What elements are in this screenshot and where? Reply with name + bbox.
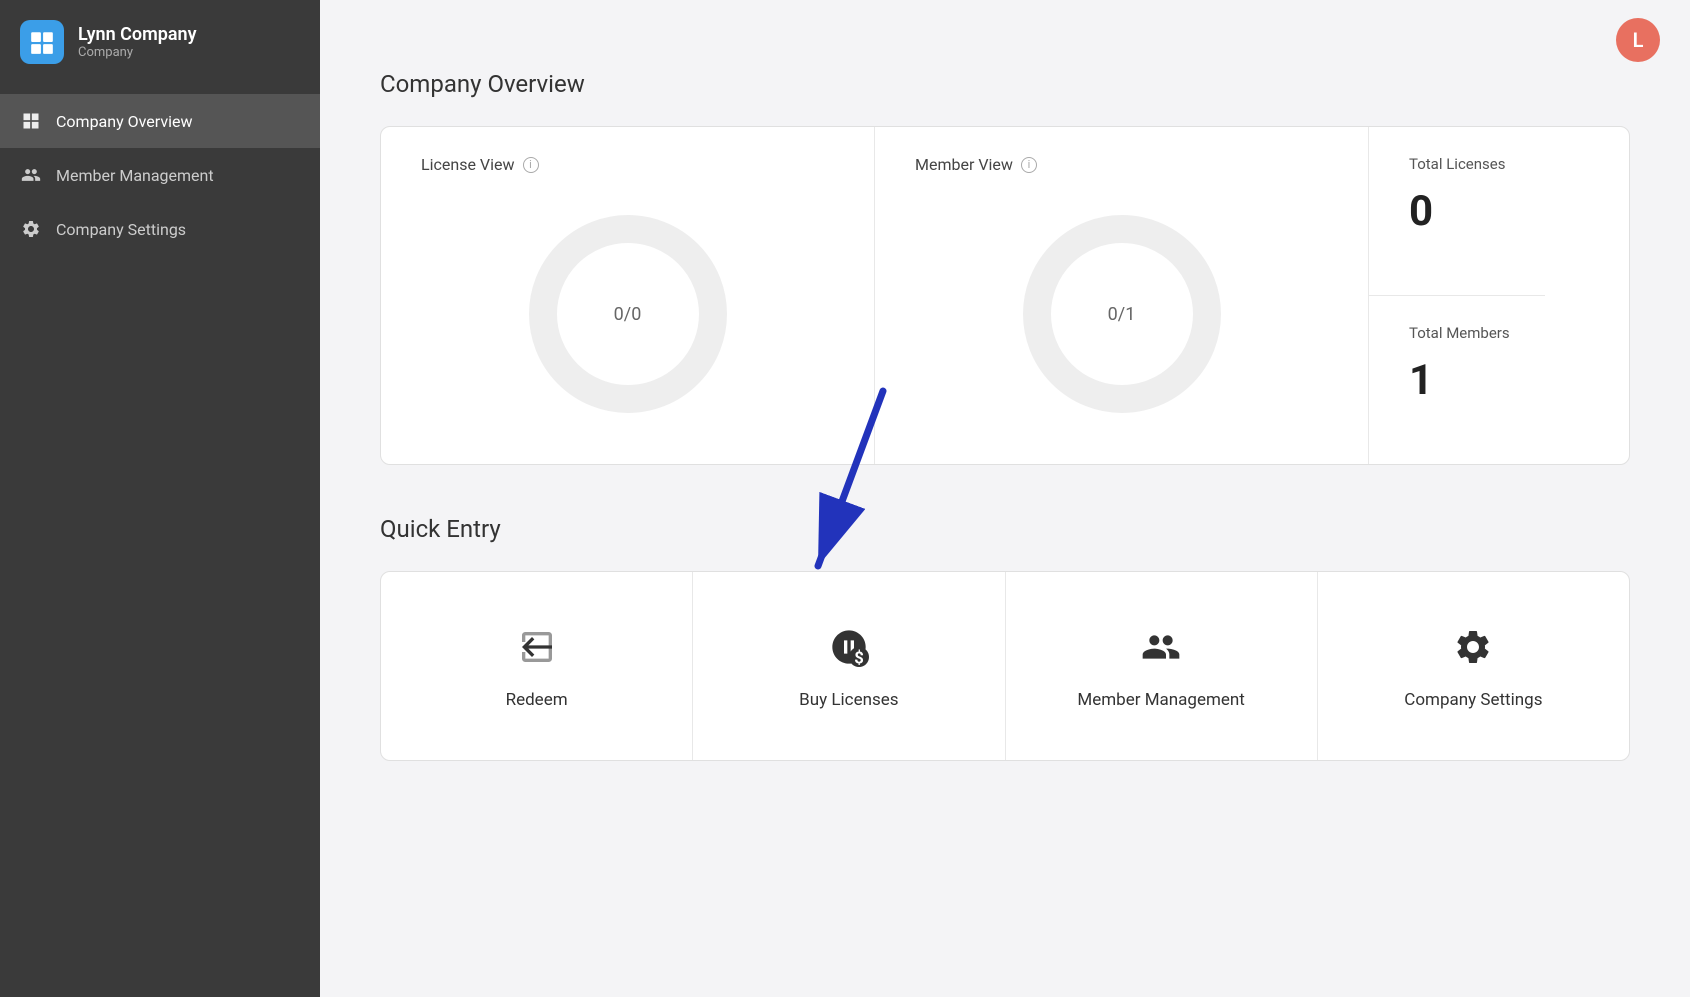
page-title: Company Overview [380,70,1630,98]
sidebar-company-name: Lynn Company [78,24,197,46]
buy-licenses-label: Buy Licenses [799,690,898,710]
redeem-label: Redeem [506,690,568,710]
content-area: Company Overview License View i 0/0 Me [320,10,1690,801]
sidebar-company-info: Lynn Company Company [78,24,197,61]
main-content: L Company Overview License View i 0/0 [320,0,1690,997]
sidebar-item-member-management-label: Member Management [56,166,214,185]
quick-entry-wrapper: Redeem $ Buy Licenses [380,571,1630,761]
member-view-value: 0/1 [1108,304,1136,325]
total-members-section: Total Members 1 [1369,296,1550,464]
quick-entry-title: Quick Entry [380,515,1630,543]
total-licenses-label: Total Licenses [1409,155,1505,173]
member-management-quick-label: Member Management [1077,690,1244,710]
quick-entry-grid: Redeem $ Buy Licenses [380,571,1630,761]
quick-entry-company-settings[interactable]: Company Settings [1318,572,1629,760]
company-settings-quick-icon [1448,622,1498,672]
license-view-info-icon[interactable]: i [523,157,539,173]
quick-entry-member-management[interactable]: Member Management [1006,572,1318,760]
sidebar-nav: Company Overview Member Management Compa… [0,94,320,256]
company-settings-icon [20,218,42,240]
stats-card: Total Licenses 0 Total Members 1 [1369,127,1629,464]
license-view-value: 0/0 [614,304,642,325]
quick-entry-section: Quick Entry [380,515,1630,761]
redeem-icon [512,622,562,672]
license-view-chart: 0/0 [518,204,738,424]
sidebar-item-company-overview[interactable]: Company Overview [0,94,320,148]
member-view-chart: 0/1 [1012,204,1232,424]
license-view-label: License View i [421,155,539,174]
company-overview-icon [20,110,42,132]
sidebar-item-member-management[interactable]: Member Management [0,148,320,202]
total-members-label: Total Members [1409,324,1510,342]
avatar[interactable]: L [1616,18,1660,62]
license-view-card: License View i 0/0 [381,127,875,464]
quick-entry-redeem[interactable]: Redeem [381,572,693,760]
sidebar-logo [20,20,64,64]
total-members-value: 1 [1409,356,1510,405]
sidebar-item-company-settings[interactable]: Company Settings [0,202,320,256]
sidebar-item-company-settings-label: Company Settings [56,220,186,239]
total-licenses-section: Total Licenses 0 [1369,127,1545,296]
member-view-card: Member View i 0/1 [875,127,1369,464]
quick-entry-buy-licenses[interactable]: $ Buy Licenses [693,572,1005,760]
buy-licenses-icon: $ [824,622,874,672]
sidebar-header: Lynn Company Company [0,0,320,84]
svg-text:$: $ [854,650,864,667]
member-view-label: Member View i [915,155,1037,174]
member-management-icon [20,164,42,186]
sidebar-item-company-overview-label: Company Overview [56,112,192,131]
topbar: L [1586,0,1690,80]
sidebar: Lynn Company Company Company Overview Me… [0,0,320,997]
total-licenses-value: 0 [1409,187,1505,236]
company-settings-quick-label: Company Settings [1404,690,1542,710]
sidebar-company-sub: Company [78,45,197,60]
member-management-quick-icon [1136,622,1186,672]
member-view-info-icon[interactable]: i [1021,157,1037,173]
overview-cards: License View i 0/0 Member View i [380,126,1630,465]
